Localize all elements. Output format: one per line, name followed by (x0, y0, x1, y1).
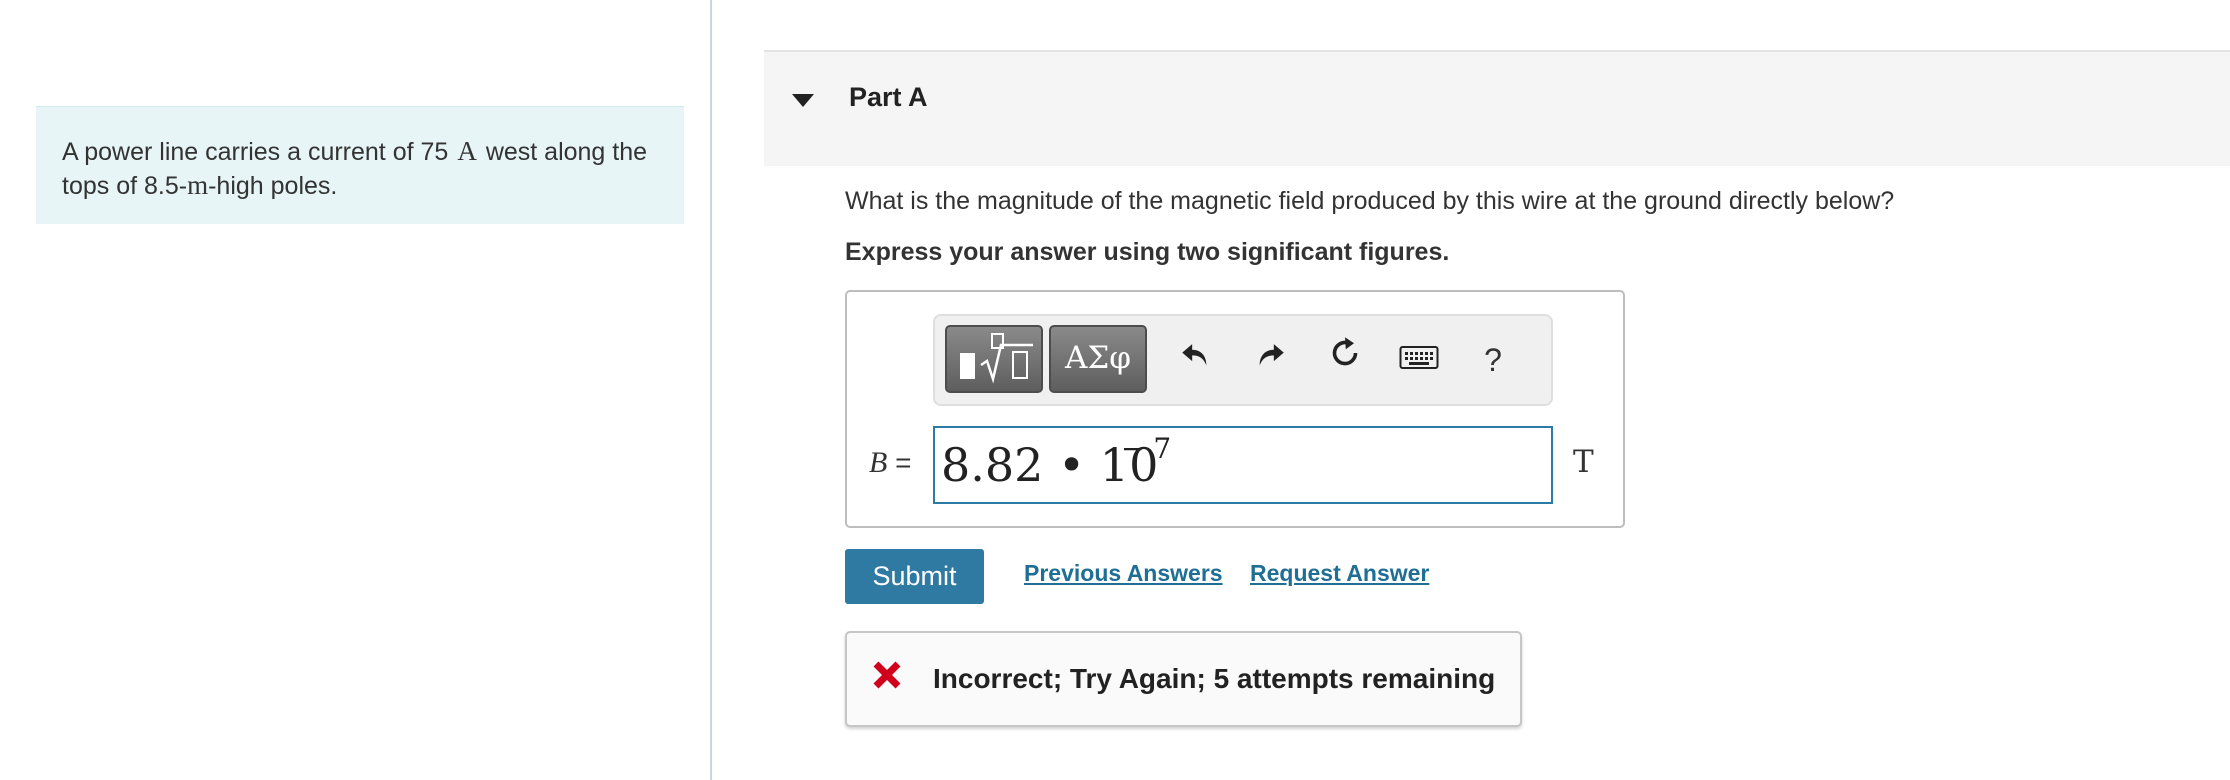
feedback-text: Incorrect; Try Again; 5 attempts remaini… (933, 663, 1496, 694)
keyboard-icon (1399, 346, 1439, 369)
problem-text-before: A power line carries a current of 75 (62, 138, 449, 166)
answer-unit: T (1573, 444, 1594, 480)
answer-value-exponent: − 7 (1121, 432, 1172, 465)
problem-statement: A power line carries a current of 75 Awes… (36, 106, 684, 224)
part-a-header[interactable]: Part A (764, 50, 2230, 166)
collapse-caret-icon[interactable] (792, 94, 814, 107)
problem-text-after: -high poles. (208, 172, 338, 200)
answer-input[interactable]: 8.82 • 10 − 7 (933, 426, 1553, 504)
request-answer-link[interactable]: Request Answer (1250, 560, 1429, 587)
part-title: Part A (849, 82, 928, 112)
templates-button[interactable] (945, 325, 1043, 393)
previous-answers-link[interactable]: Previous Answers (1024, 560, 1223, 587)
undo-icon (1182, 344, 1207, 366)
answer-variable-label: B = (869, 446, 911, 480)
greek-symbols-button[interactable]: ΑΣφ (1049, 325, 1147, 393)
instruction-text: Express your answer using two significan… (845, 238, 1450, 266)
keyboard-button[interactable] (1391, 330, 1447, 390)
help-button[interactable]: ? (1465, 330, 1521, 390)
question-text: What is the magnitude of the magnetic fi… (845, 187, 1895, 215)
equals-sign: = (895, 447, 912, 478)
redo-icon (1259, 344, 1284, 366)
answer-box: ΑΣφ ? B = 8.82 • 10 − 7 T (845, 290, 1625, 528)
error-x-icon (873, 661, 901, 689)
current-unit: A (457, 136, 477, 166)
templates-icon (960, 333, 1033, 384)
height-unit: m (187, 170, 209, 200)
undo-button[interactable] (1167, 330, 1223, 390)
problem-pane: A power line carries a current of 75 Awes… (0, 0, 712, 780)
reset-icon (1332, 337, 1358, 366)
reset-button[interactable] (1317, 330, 1373, 390)
feedback-message: Incorrect; Try Again; 5 attempts remaini… (845, 631, 1522, 727)
submit-button[interactable]: Submit (845, 549, 984, 604)
math-toolbar: ΑΣφ ? (933, 314, 1553, 406)
redo-button[interactable] (1243, 330, 1299, 390)
answer-variable: B (869, 446, 888, 479)
